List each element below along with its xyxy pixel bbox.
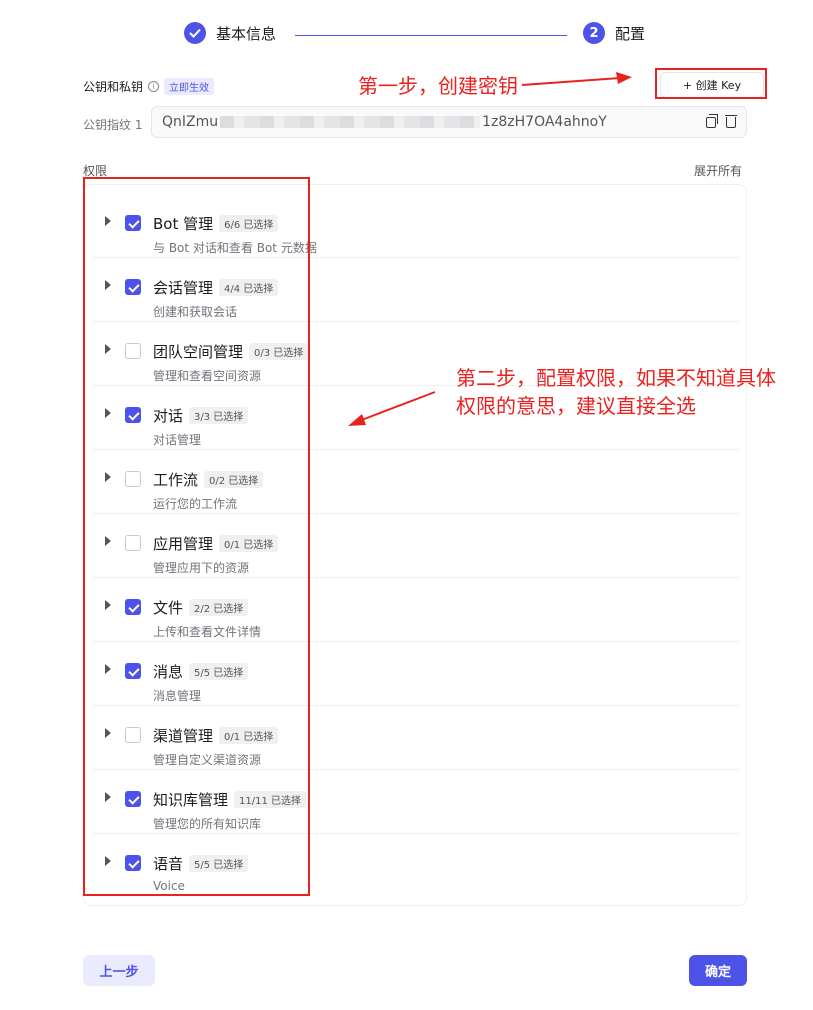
step-label: 基本信息 (216, 24, 277, 43)
keys-label: 公钥和私钥 (83, 80, 144, 94)
effect-tag: 立即生效 (164, 78, 215, 95)
confirm-button[interactable]: 确定 (689, 955, 747, 986)
info-icon[interactable]: i (148, 81, 160, 92)
fingerprint-actions (706, 113, 737, 128)
fingerprint-redacted (220, 116, 481, 128)
fingerprint-label: 公钥指纹 1 (83, 118, 143, 132)
step-label: 配置 (615, 24, 646, 43)
highlight-permissions (83, 177, 310, 896)
step-config[interactable]: 2 配置 (583, 22, 645, 44)
keys-section-label: 公钥和私钥 i 立即生效 (83, 78, 215, 95)
annotation-step2-line1: 第二步，配置权限，如果不知道具体 (456, 366, 776, 390)
copy-icon[interactable] (706, 113, 718, 128)
annotation-step1: 第一步，创建密钥 (358, 74, 518, 98)
fingerprint-suffix: 1z8zH7OA4ahnoY (482, 114, 607, 130)
fingerprint-field: QnIZmu 1z8zH7OA4ahnoY (151, 106, 747, 138)
prev-step-button[interactable]: 上一步 (83, 955, 155, 986)
annotation-step2: 第二步，配置权限，如果不知道具体 权限的意思，建议直接全选 (456, 364, 776, 420)
highlight-create-key (655, 68, 767, 99)
step-basic-info[interactable]: 基本信息 (184, 22, 276, 44)
annotation-step2-line2: 权限的意思，建议直接全选 (456, 394, 696, 418)
stepper: 基本信息 2 配置 (184, 22, 664, 48)
annotation-arrow-1 (521, 72, 632, 86)
annotation-arrow-2 (348, 391, 436, 426)
step-number: 2 (583, 22, 605, 44)
fingerprint-prefix: QnIZmu (162, 114, 219, 130)
trash-icon[interactable] (725, 114, 737, 128)
expand-all-link[interactable]: 展开所有 (694, 162, 742, 179)
check-icon (184, 22, 206, 44)
step-connector (295, 35, 567, 36)
